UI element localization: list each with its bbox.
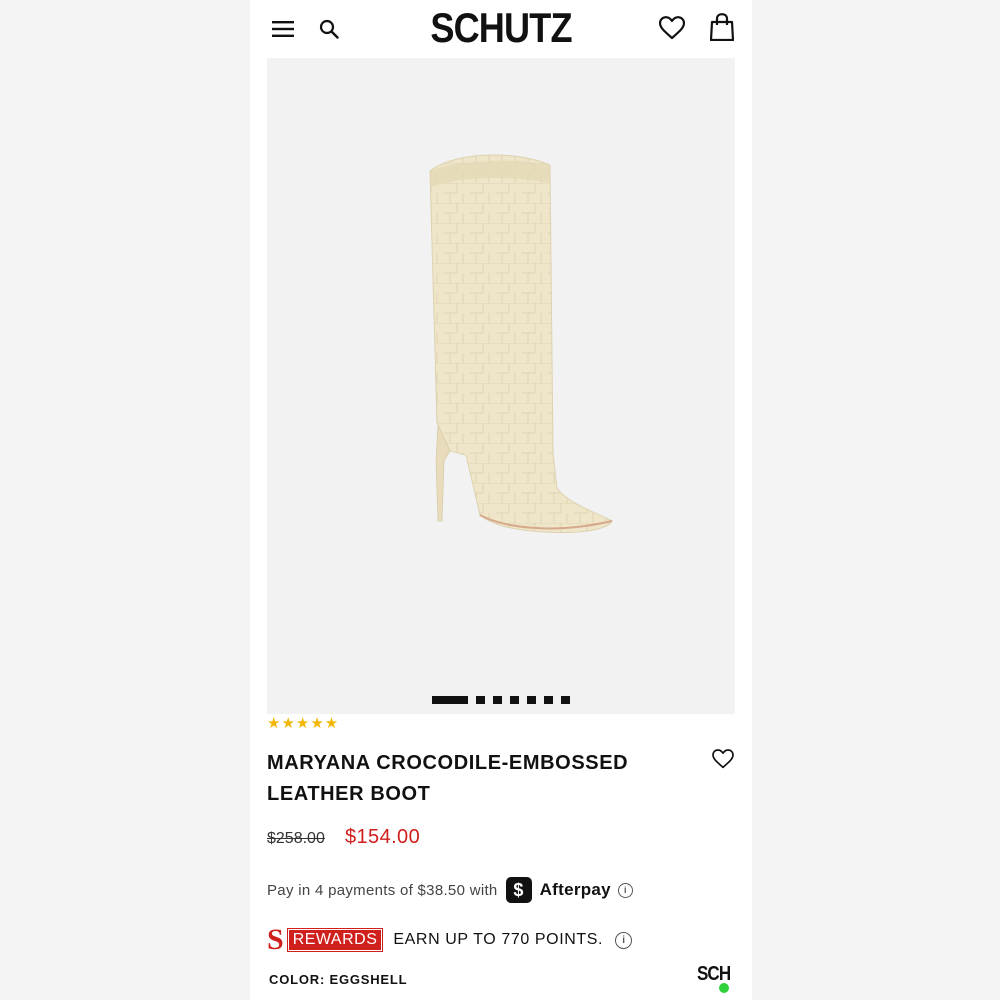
- installment-text: Pay in 4 payments of $38.50 with: [267, 881, 498, 899]
- rewards-s-logo: S: [267, 923, 284, 956]
- rating-stars[interactable]: ★★★★★: [267, 714, 339, 732]
- online-status-indicator: [719, 983, 729, 993]
- header: SCHUTZ: [250, 0, 752, 58]
- menu-button[interactable]: [270, 16, 296, 42]
- add-to-wishlist-button[interactable]: [712, 749, 734, 771]
- shopping-bag-icon: [710, 13, 734, 41]
- search-button[interactable]: [316, 16, 342, 42]
- gallery-dot-7[interactable]: [561, 696, 570, 704]
- product-title: MARYANA CROCODILE-EMBOSSED LEATHER BOOT: [267, 748, 687, 810]
- product-title-line-1: MARYANA CROCODILE-EMBOSSED: [267, 752, 629, 774]
- product-page: SCHUTZ ★★★★★ MARYANA CROCODILE-EMBOSSED …: [250, 0, 752, 1000]
- rewards-badge: REWARDS: [286, 928, 384, 952]
- gallery-pagination: [267, 696, 735, 706]
- afterpay-label: Afterpay: [539, 880, 611, 899]
- rewards-info-icon[interactable]: i: [615, 931, 633, 949]
- cart-button[interactable]: [708, 12, 736, 42]
- gallery-dot-4[interactable]: [510, 696, 519, 704]
- afterpay-row: Pay in 4 payments of $38.50 with $ After…: [267, 877, 633, 903]
- rewards-points-text: EARN UP TO 770 POINTS.: [393, 931, 604, 948]
- selected-color-label: COLOR: EGGSHELL: [269, 972, 408, 987]
- gallery-dot-5[interactable]: [527, 696, 536, 704]
- product-image-boot: [429, 154, 613, 533]
- original-price: $258.00: [267, 830, 325, 847]
- gallery-dot-6[interactable]: [544, 696, 553, 704]
- search-icon: [319, 19, 339, 39]
- heart-icon: [659, 16, 685, 40]
- gallery-dot-1[interactable]: [432, 696, 468, 704]
- afterpay-logo-icon: $: [505, 877, 532, 903]
- wishlist-button[interactable]: [658, 14, 686, 42]
- heart-icon: [712, 749, 734, 769]
- rewards-row: S REWARDS EARN UP TO 770 POINTS. i: [267, 923, 633, 956]
- afterpay-info-icon[interactable]: i: [617, 882, 633, 898]
- product-image-gallery[interactable]: [267, 58, 735, 714]
- brand-logo[interactable]: SCHUTZ: [415, 2, 587, 54]
- gallery-dot-3[interactable]: [493, 696, 502, 704]
- product-title-line-2: LEATHER BOOT: [267, 783, 431, 805]
- gallery-dot-2[interactable]: [476, 696, 485, 704]
- menu-icon: [272, 21, 294, 37]
- sale-price: $154.00: [345, 826, 421, 848]
